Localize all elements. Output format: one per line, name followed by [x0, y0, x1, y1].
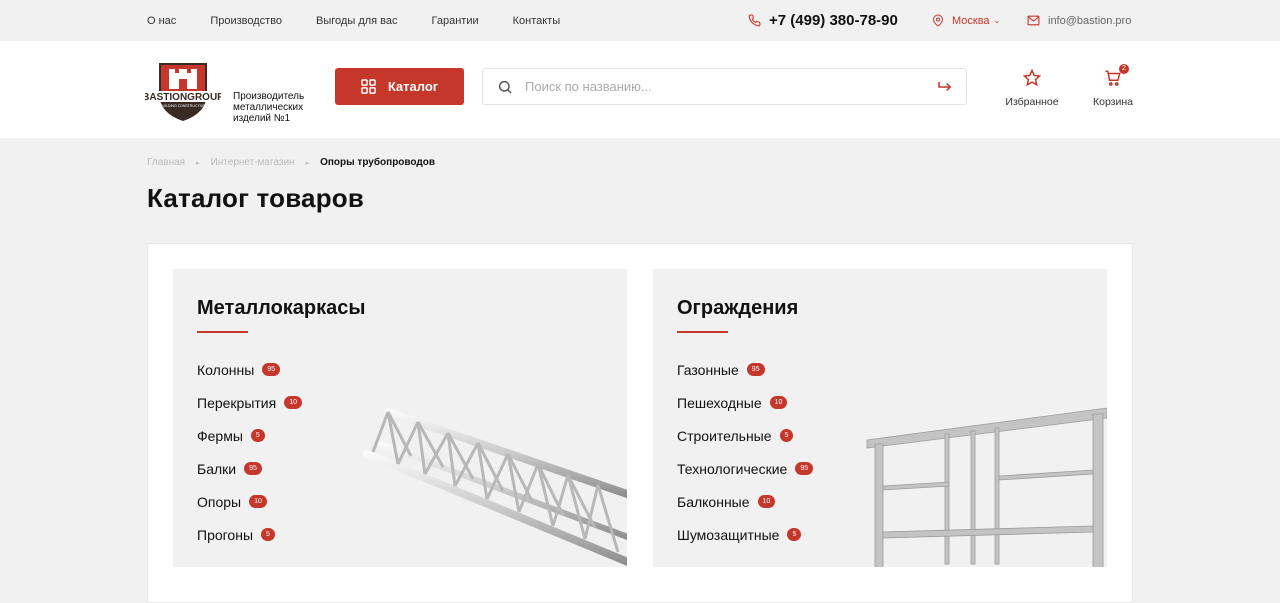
subcategory-label: Технологические — [677, 460, 788, 477]
grid-icon — [361, 79, 376, 94]
cart-count-badge: 2 — [1119, 64, 1129, 74]
category-title[interactable]: Металлокаркасы — [197, 297, 366, 320]
star-icon — [1022, 68, 1042, 87]
chevron-down-icon: ⌄ — [993, 16, 1001, 25]
count-badge: 10 — [284, 396, 303, 409]
subcategory-list: Газонные 95 Пешеходные 10 Строительные 5 Те… — [677, 353, 814, 551]
logo-subtext: BUILDING CONSTRUCTION — [160, 104, 206, 108]
search-input[interactable] — [525, 79, 938, 94]
search-icon — [498, 80, 512, 94]
mail-icon — [1027, 15, 1040, 26]
nav-link-guarantees[interactable]: Гарантии — [432, 15, 479, 27]
subcategory-item[interactable]: Газонные 95 — [677, 353, 813, 386]
phone-icon — [748, 14, 761, 27]
subcategory-item[interactable]: Колонны 95 — [197, 353, 302, 386]
count-badge: 95 — [746, 363, 765, 376]
logo-text: BASTIONGROUP — [145, 92, 221, 103]
subcategory-item[interactable]: Фермы 5 — [197, 419, 302, 452]
count-badge: 5 — [787, 528, 802, 541]
subcategory-label: Прогоны — [197, 526, 254, 543]
title-underline — [197, 331, 248, 333]
company-tagline: Производитель металлических изделий №1 — [233, 91, 323, 124]
count-badge: 5 — [250, 429, 265, 442]
search-bar — [482, 68, 967, 105]
breadcrumb-separator-icon: ▸ — [196, 159, 200, 167]
phone-contact[interactable]: +7 (499) 380-78-90 — [748, 0, 898, 41]
count-badge: 95 — [262, 363, 281, 376]
city-selector[interactable]: Москва ⌄ — [932, 0, 1000, 41]
subcategory-label: Шумозащитные — [677, 526, 780, 543]
subcategory-list: Колонны 95 Перекрытия 10 Фермы 5 Балки 95 Оп… — [197, 353, 303, 551]
cart-label: Корзина — [1093, 96, 1133, 108]
favorites-link[interactable]: Избранное — [1000, 68, 1064, 108]
count-badge: 10 — [769, 396, 788, 409]
subcategory-label: Пешеходные — [677, 394, 762, 411]
subcategory-label: Колонны — [197, 361, 255, 378]
location-pin-icon — [932, 14, 944, 27]
category-title[interactable]: Ограждения — [677, 297, 798, 320]
main-header: BASTIONGROUP BUILDING CONSTRUCTION Произ… — [0, 41, 1280, 138]
breadcrumb-current: Опоры трубопроводов — [320, 157, 436, 168]
count-badge: 5 — [779, 429, 794, 442]
email-address: info@bastion.pro — [1048, 14, 1132, 27]
top-bar: О нас Производство Выгоды для вас Гарант… — [0, 0, 1280, 41]
breadcrumb-home[interactable]: Главная — [147, 157, 185, 168]
breadcrumb-shop[interactable]: Интернет-магазин — [211, 157, 295, 168]
catalog-button[interactable]: Каталог — [335, 68, 464, 105]
fence-illustration — [866, 407, 1107, 567]
count-badge: 10 — [249, 495, 267, 508]
phone-number: +7 (499) 380-78-90 — [769, 12, 898, 29]
top-nav: О нас Производство Выгоды для вас Гарант… — [147, 0, 560, 41]
nav-link-contacts[interactable]: Контакты — [513, 15, 561, 27]
favorites-label: Избранное — [1005, 96, 1059, 108]
subcategory-item[interactable]: Прогоны 5 — [197, 518, 302, 551]
subcategory-item[interactable]: Строительные 5 — [677, 419, 813, 452]
subcategory-label: Строительные — [677, 427, 772, 444]
tagline-line: изделий №1 — [233, 113, 291, 124]
subcategory-label: Балки — [197, 460, 237, 477]
nav-link-benefits[interactable]: Выгоды для вас — [316, 15, 397, 27]
city-name: Москва — [952, 14, 990, 27]
nav-link-production[interactable]: Производство — [210, 15, 282, 27]
subcategory-label: Опоры — [197, 493, 242, 510]
subcategory-label: Балконные — [677, 493, 750, 510]
subcategory-item[interactable]: Перекрытия 10 — [197, 386, 303, 419]
subcategory-item[interactable]: Опоры 10 — [197, 485, 302, 518]
subcategory-item[interactable]: Балконные 10 — [677, 485, 813, 518]
subcategory-item[interactable]: Балки 95 — [197, 452, 302, 485]
count-badge: 95 — [244, 462, 262, 475]
count-badge: 95 — [795, 462, 814, 475]
email-contact[interactable]: info@bastion.pro — [1027, 0, 1131, 41]
tagline-line: Производитель — [233, 91, 305, 102]
subcategory-item[interactable]: Пешеходные 10 — [677, 386, 813, 419]
subcategory-item[interactable]: Технологические 95 — [677, 452, 814, 485]
subcategory-label: Фермы — [197, 427, 243, 444]
subcategory-label: Перекрытия — [197, 394, 277, 411]
count-badge: 5 — [261, 528, 275, 541]
truss-illustration — [363, 408, 627, 566]
breadcrumb: Главная ▸ Интернет-магазин ▸ Опоры трубо… — [147, 157, 435, 168]
subcategory-label: Газонные — [677, 361, 739, 378]
bastion-logo[interactable]: BASTIONGROUP BUILDING CONSTRUCTION — [145, 57, 221, 123]
cart-link[interactable]: 2 Корзина — [1088, 64, 1138, 108]
page-title: Каталог товаров — [147, 183, 365, 213]
cart-icon-wrap: 2 — [1104, 64, 1129, 92]
subcategory-item[interactable]: Шумозащитные 5 — [677, 518, 813, 551]
catalog-panel: Металлокаркасы Колонны 95 Перекрытия 10 Фе… — [147, 243, 1133, 603]
count-badge: 10 — [757, 495, 776, 508]
catalog-button-label: Каталог — [387, 79, 439, 94]
category-card-metal-frames[interactable]: Металлокаркасы Колонны 95 Перекрытия 10 Фе… — [173, 269, 627, 567]
title-underline — [677, 331, 728, 333]
category-card-fences[interactable]: Ограждения Газонные 95 Пешеходные 10 Строи… — [653, 269, 1107, 567]
nav-link-about[interactable]: О нас — [147, 15, 176, 27]
breadcrumb-separator-icon: ▸ — [305, 159, 310, 167]
enter-arrow-icon[interactable] — [938, 81, 952, 93]
tagline-line: металлических — [233, 102, 304, 113]
